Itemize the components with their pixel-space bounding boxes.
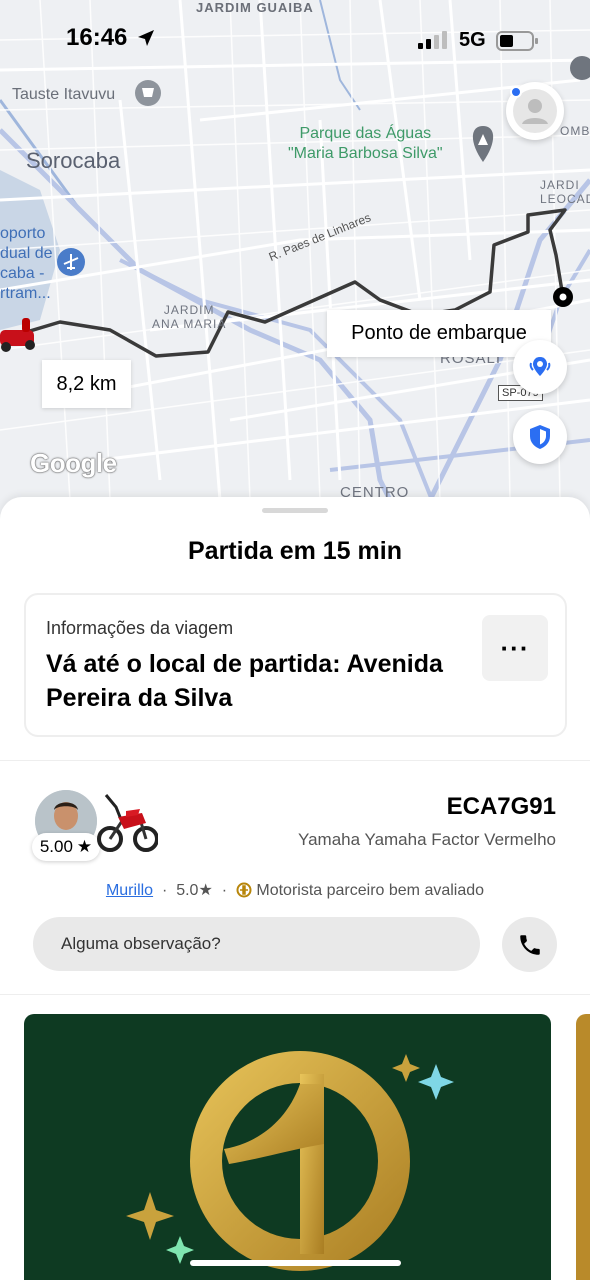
sheet-title: Partida em 15 min	[188, 537, 402, 565]
notification-dot	[510, 86, 522, 98]
battery-icon	[496, 31, 538, 51]
driver-rating-badge: 5.00 ★	[32, 833, 100, 861]
parque-line-1: Parque das Águas	[299, 125, 432, 142]
safety-button[interactable]	[513, 410, 567, 464]
separator-dot: ·	[217, 882, 236, 899]
driver-rating-value: 5.00	[39, 837, 73, 856]
parque-line-2: "Maria Barbosa Silva"	[288, 145, 443, 162]
status-time: 16:46	[66, 24, 128, 51]
separator-dot: ·	[157, 882, 177, 899]
location-arrow-icon	[138, 30, 154, 46]
map-label-parque: Parque das Águas "Maria Barbosa Silva"	[288, 124, 443, 164]
leocadia-line-2: LEOCAD	[540, 192, 590, 206]
vehicle-description: Yamaha Yamaha Factor Vermelho	[298, 830, 556, 849]
motorcycle-image	[97, 794, 158, 852]
partner-badge-text: Motorista parceiro bem avaliado	[256, 882, 485, 899]
network-type: 5G	[459, 29, 486, 51]
promo-card[interactable]	[24, 1014, 551, 1280]
map-label-ombi: OMBI	[560, 124, 590, 138]
trip-info-label: Informações da viagem	[46, 618, 234, 638]
sheet-handle[interactable]	[262, 508, 328, 513]
partner-badge-icon	[236, 882, 252, 898]
trip-sheet: Partida em 15 min Informações da viagem …	[0, 497, 590, 1280]
trip-info-card[interactable]: Informações da viagem Vá até o local de …	[24, 593, 567, 737]
ana-maria-line-1: JARDIM	[163, 303, 215, 317]
map-label-jardim-leocadia: JARDI LEOCAD	[540, 178, 590, 206]
shield-icon	[530, 425, 550, 449]
gold-one-logo-image	[126, 1051, 454, 1271]
aeroporto-line-3: caba -	[0, 265, 45, 282]
recenter-button[interactable]	[513, 340, 567, 394]
home-indicator	[190, 1260, 401, 1266]
distance-chip: 8,2 km	[42, 360, 131, 408]
star-icon: ★	[76, 837, 93, 856]
driver-score: 5.0★	[176, 882, 213, 899]
divider	[0, 760, 590, 761]
driver-info-line: Murillo · 5.0★ · Motorista parceiro bem …	[0, 880, 590, 900]
note-input[interactable]	[33, 917, 480, 971]
map-label-tauste: Tauste Itavuvu	[12, 86, 116, 103]
leocadia-line-1: JARDI	[540, 178, 580, 192]
aeroporto-line-1: oporto	[0, 225, 46, 242]
more-options-button[interactable]: ···	[482, 615, 548, 681]
map-label-aeroporto: oporto dual de caba - rtram...	[0, 224, 53, 304]
location-pin-icon	[529, 357, 551, 376]
google-logo: Google	[30, 448, 117, 478]
call-driver-button[interactable]	[502, 917, 557, 972]
status-bar: 16:46 5G	[0, 0, 590, 80]
driver-name-link[interactable]: Murillo	[106, 882, 153, 899]
map-label-jardim-ana-maria: JARDIM ANA MARIA	[152, 303, 226, 331]
next-promo-card[interactable]	[576, 1014, 590, 1280]
phone-icon	[519, 934, 540, 955]
trip-destination: Vá até o local de partida: Avenida Perei…	[46, 650, 443, 712]
aeroporto-line-4: rtram...	[0, 285, 51, 302]
map-label-sorocaba: Sorocaba	[26, 148, 121, 173]
vehicle-plate: ECA7G91	[446, 793, 556, 820]
ana-maria-line-2: ANA MARIA	[152, 317, 227, 331]
divider	[0, 994, 590, 995]
signal-icon	[418, 31, 447, 49]
aeroporto-line-2: dual de	[0, 245, 53, 262]
